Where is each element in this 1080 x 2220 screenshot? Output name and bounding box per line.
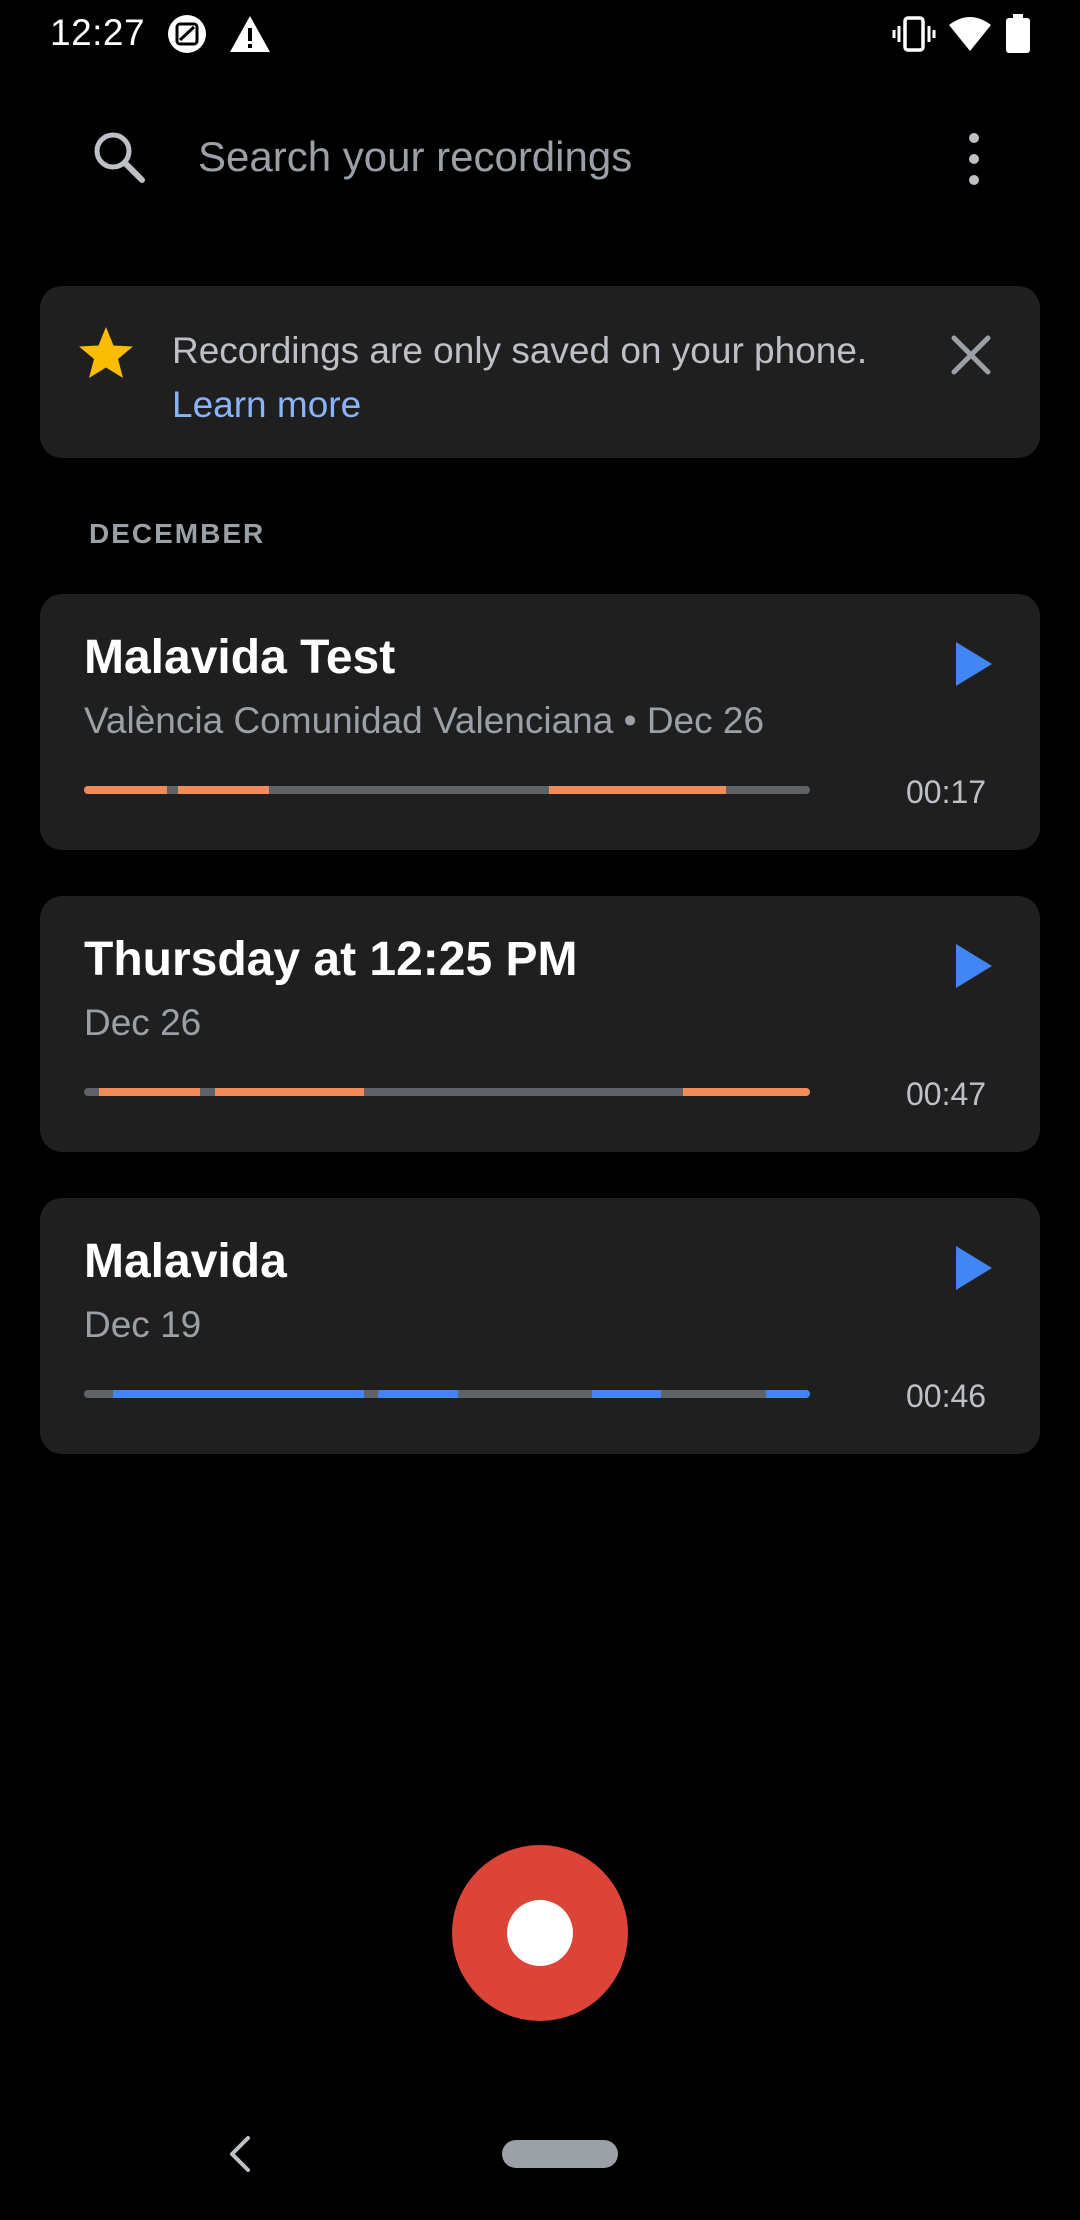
recording-title: Thursday at 12:25 PM bbox=[84, 933, 578, 986]
star-icon bbox=[76, 324, 136, 384]
play-icon[interactable] bbox=[952, 1242, 996, 1294]
waveform-segment bbox=[548, 786, 727, 794]
learn-more-link[interactable]: Learn more bbox=[172, 378, 867, 432]
status-time: 12:27 bbox=[50, 12, 146, 53]
play-icon[interactable] bbox=[952, 638, 996, 690]
waveform-segment bbox=[214, 1088, 364, 1096]
recording-title: Malavida bbox=[84, 1235, 287, 1288]
search-input[interactable] bbox=[198, 112, 898, 202]
warning-icon bbox=[228, 14, 272, 54]
recording-card[interactable]: Malavida Test València Comunidad Valenci… bbox=[40, 594, 1040, 850]
battery-icon bbox=[1004, 14, 1032, 54]
recording-card[interactable]: Malavida Dec 19 00:46 bbox=[40, 1198, 1040, 1454]
recording-title: Malavida Test bbox=[84, 631, 396, 684]
wifi-icon bbox=[948, 14, 992, 54]
play-icon[interactable] bbox=[952, 940, 996, 992]
waveform-segment bbox=[113, 1390, 364, 1398]
status-bar: 12:27 bbox=[0, 0, 1080, 68]
recording-card[interactable]: Thursday at 12:25 PM Dec 26 00:47 bbox=[40, 896, 1040, 1152]
voice-recorder-screen: 12:27 Search your recordings Recordings … bbox=[0, 0, 1080, 2220]
waveform-segment bbox=[98, 1088, 201, 1096]
more-vert-icon[interactable] bbox=[954, 130, 994, 188]
search-icon[interactable] bbox=[90, 128, 148, 186]
section-heading-month: DECEMBER bbox=[89, 518, 266, 549]
record-button[interactable] bbox=[452, 1845, 628, 2021]
search-bar[interactable] bbox=[60, 112, 1020, 202]
waveform-segment bbox=[178, 786, 270, 794]
waveform-segment bbox=[84, 786, 168, 794]
nav-home-pill[interactable] bbox=[502, 2140, 618, 2168]
banner-message-text: Recordings are only saved on your phone. bbox=[172, 330, 868, 371]
recording-subtitle: Dec 26 bbox=[84, 1002, 202, 1043]
waveform-segment bbox=[766, 1390, 810, 1398]
vibrate-icon bbox=[892, 14, 936, 54]
recording-waveform-bar[interactable] bbox=[84, 786, 810, 794]
waveform-segment bbox=[682, 1088, 810, 1096]
recording-duration: 00:17 bbox=[906, 774, 987, 810]
nav-back-icon[interactable] bbox=[222, 2132, 258, 2176]
waveform-segment bbox=[378, 1390, 458, 1398]
recording-waveform-bar[interactable] bbox=[84, 1088, 810, 1096]
banner-message: Recordings are only saved on your phone.… bbox=[172, 324, 867, 432]
recording-waveform-bar[interactable] bbox=[84, 1390, 810, 1398]
waveform-segment bbox=[592, 1390, 662, 1398]
storage-info-banner: Recordings are only saved on your phone.… bbox=[40, 286, 1040, 458]
recording-duration: 00:46 bbox=[906, 1378, 987, 1414]
recording-subtitle: València Comunidad Valenciana • Dec 26 bbox=[84, 700, 765, 741]
record-dot-icon bbox=[507, 1900, 573, 1966]
recording-subtitle: Dec 19 bbox=[84, 1304, 202, 1345]
image-badge-icon bbox=[166, 14, 208, 54]
close-icon[interactable] bbox=[946, 330, 996, 380]
recording-duration: 00:47 bbox=[906, 1076, 987, 1112]
